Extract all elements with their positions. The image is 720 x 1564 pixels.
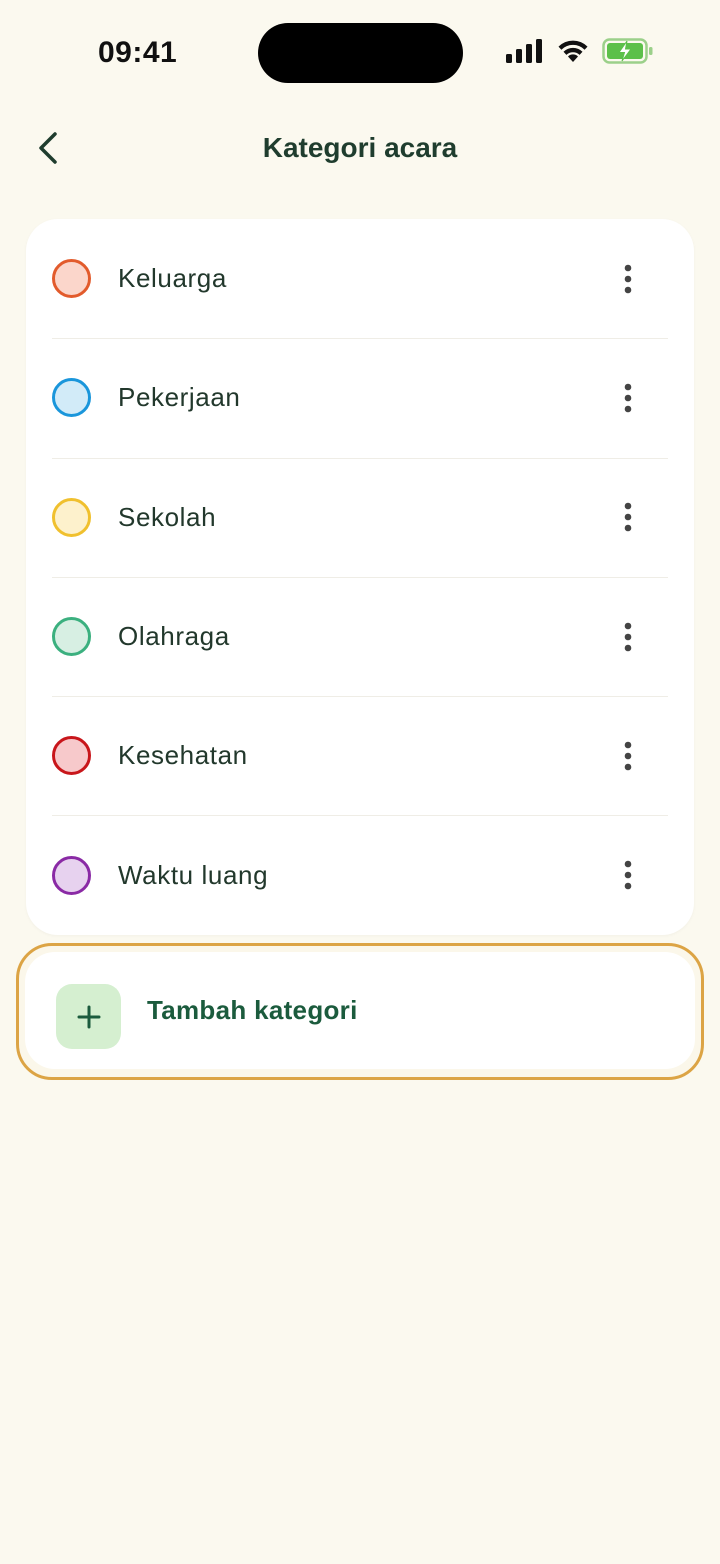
more-vertical-icon <box>624 264 632 293</box>
category-label: Olahraga <box>118 621 230 652</box>
more-vertical-icon <box>624 502 632 532</box>
category-list: Keluarga Pekerjaan Sekolah Olahraga Kese… <box>26 219 694 935</box>
status-time: 09:41 <box>98 36 178 69</box>
category-label: Waktu luang <box>118 859 269 890</box>
category-row-sekolah[interactable]: Sekolah <box>26 457 694 577</box>
more-options-button[interactable] <box>612 376 644 420</box>
color-dot <box>52 378 91 418</box>
event-categories-screen: 09:41 Kategori acara Keluarga Pekerjaan … <box>0 0 720 1564</box>
category-label: Kesehatan <box>118 740 248 771</box>
category-row-pekerjaan[interactable]: Pekerjaan <box>26 338 694 457</box>
category-label: Sekolah <box>118 501 217 532</box>
more-vertical-icon <box>624 860 632 890</box>
color-dot <box>52 736 91 776</box>
color-dot <box>52 259 91 299</box>
page-title: Kategori acara <box>262 132 458 163</box>
add-category-highlight: Tambah kategori <box>16 943 704 1080</box>
plus-icon <box>56 984 121 1049</box>
category-label: Pekerjaan <box>118 382 241 413</box>
color-dot <box>52 497 91 537</box>
more-vertical-icon <box>624 622 632 651</box>
category-row-waktu-luang[interactable]: Waktu luang <box>26 815 694 934</box>
more-options-button[interactable] <box>612 615 644 659</box>
more-vertical-icon <box>624 741 632 771</box>
battery-charging-icon <box>602 38 654 69</box>
more-options-button[interactable] <box>612 495 644 539</box>
color-dot <box>52 855 91 895</box>
signal-icon <box>506 39 544 68</box>
more-options-button[interactable] <box>612 734 644 778</box>
add-category-button[interactable]: Tambah kategori <box>25 952 695 1069</box>
more-vertical-icon <box>624 383 632 413</box>
category-label: Keluarga <box>118 263 227 294</box>
wifi-icon <box>556 38 590 69</box>
color-dot <box>52 617 91 657</box>
more-options-button[interactable] <box>612 853 644 897</box>
status-icons <box>506 38 654 69</box>
category-row-keluarga[interactable]: Keluarga <box>26 219 694 338</box>
category-row-olahraga[interactable]: Olahraga <box>26 576 694 696</box>
add-category-label: Tambah kategori <box>147 995 358 1025</box>
header: Kategori acara <box>0 110 720 190</box>
dynamic-island <box>258 23 463 83</box>
category-row-kesehatan[interactable]: Kesehatan <box>26 696 694 815</box>
more-options-button[interactable] <box>612 257 644 301</box>
status-bar: 09:41 <box>0 0 720 100</box>
